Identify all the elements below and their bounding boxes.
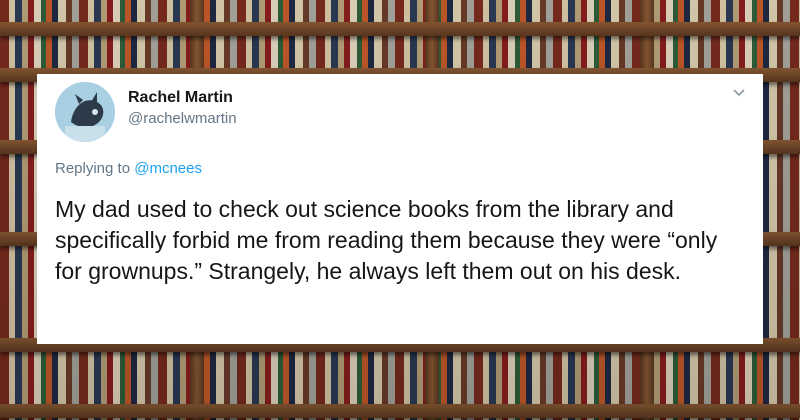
tweet-card: Rachel Martin @rachelwmartin Replying to… — [37, 74, 763, 344]
replying-to-line: Replying to @mcnees — [55, 160, 202, 177]
replying-to-label: Replying to — [55, 160, 131, 177]
author-handle[interactable]: @rachelwmartin — [128, 110, 237, 127]
avatar[interactable] — [55, 82, 115, 142]
replying-to-mention[interactable]: @mcnees — [134, 160, 202, 177]
avatar-image — [55, 82, 115, 142]
chevron-down-icon[interactable] — [731, 84, 747, 100]
tweet-text: My dad used to check out science books f… — [55, 196, 718, 284]
author-name[interactable]: Rachel Martin — [128, 89, 233, 107]
